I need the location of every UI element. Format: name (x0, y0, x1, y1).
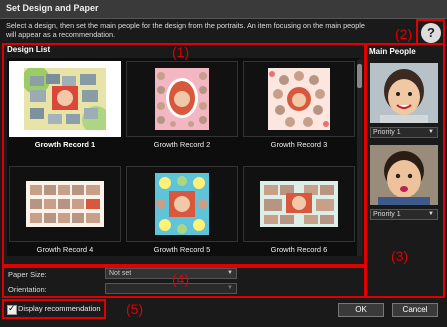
callout-2: (2) (395, 26, 413, 42)
callout-box-2 (416, 19, 445, 45)
callout-3: (3) (391, 248, 409, 264)
callout-box-5 (2, 299, 106, 319)
instructions-text: Select a design, then set the main peopl… (6, 21, 365, 39)
callout-1: (1) (172, 44, 190, 60)
title-bar: Set Design and Paper (0, 0, 447, 19)
callout-5: (5) (126, 301, 144, 317)
callout-4: (4) (172, 271, 190, 287)
window-title: Set Design and Paper (6, 3, 99, 13)
ok-button[interactable]: OK (338, 303, 384, 317)
set-design-and-paper-dialog: Set Design and Paper Select a design, th… (0, 0, 447, 327)
cancel-button[interactable]: Cancel (392, 303, 438, 317)
callout-box-1 (2, 43, 366, 266)
